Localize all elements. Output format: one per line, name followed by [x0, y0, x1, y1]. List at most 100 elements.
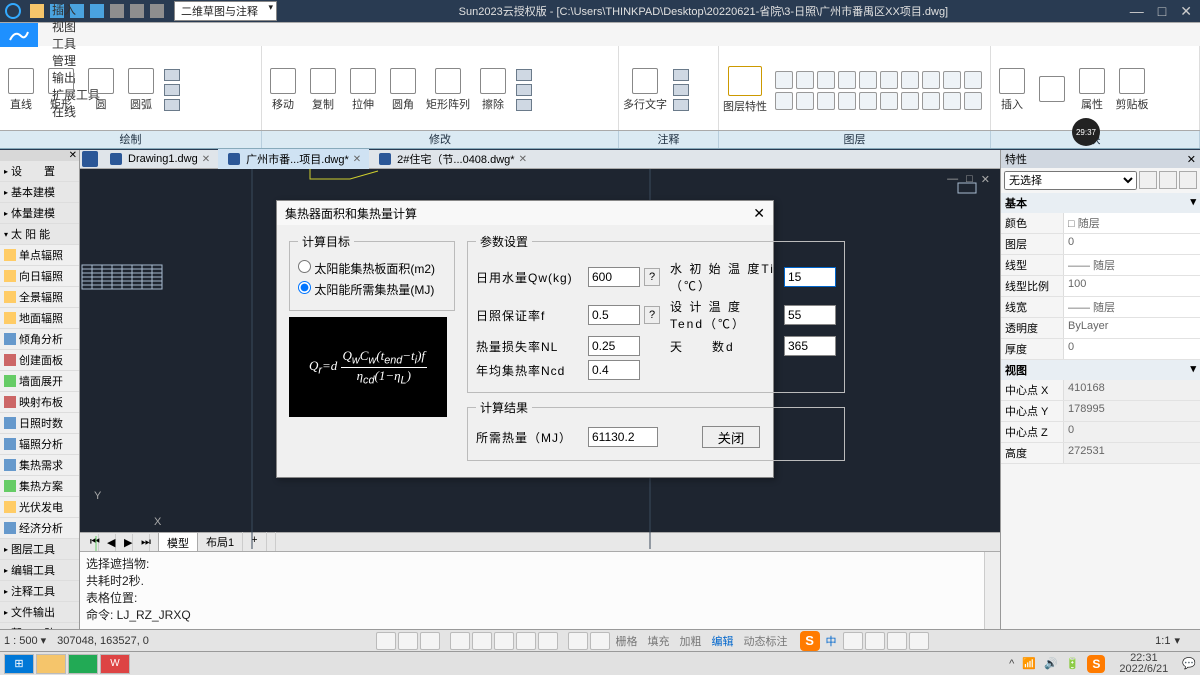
vp-close-icon[interactable]: ✕	[981, 173, 990, 186]
ortho-mode-icon[interactable]	[420, 632, 440, 650]
tool-剪贴板[interactable]: 剪贴板	[1115, 68, 1149, 112]
cmd-scrollbar[interactable]	[984, 552, 1000, 629]
prop-close-icon[interactable]: ✕	[1187, 153, 1196, 166]
tray-bat-icon[interactable]: 🔋	[1066, 657, 1080, 670]
dialog-close-icon[interactable]: ✕	[753, 205, 765, 222]
grid-mode-icon[interactable]	[376, 632, 396, 650]
tool-圆[interactable]: 圆	[84, 68, 118, 112]
prop-btn2-icon[interactable]	[1159, 171, 1177, 189]
doc-tab[interactable]: 广州市番...项目.dwg*✕	[218, 149, 369, 169]
side-item[interactable]: 日照时数	[0, 413, 79, 434]
prop-row[interactable]: 中心点 X410168	[1001, 380, 1200, 401]
side-item[interactable]: 辐照分析	[0, 434, 79, 455]
toggle-edit[interactable]: 编辑	[708, 633, 738, 649]
app-menu-button[interactable]	[0, 23, 38, 47]
tool-直线[interactable]: 直线	[4, 68, 38, 112]
tool-拉伸[interactable]: 拉伸	[346, 68, 380, 112]
side-item[interactable]: 集热需求	[0, 455, 79, 476]
tool-移动[interactable]: 移动	[266, 68, 300, 112]
ime-opt4-icon[interactable]	[909, 632, 929, 650]
side-item[interactable]: 向日辐照	[0, 266, 79, 287]
snap-mode-icon[interactable]	[398, 632, 418, 650]
qat-undo-icon[interactable]	[130, 4, 144, 18]
side-item[interactable]: ▸设 置	[0, 161, 79, 182]
command-line[interactable]: 选择遮挡物:共耗时2秒.表格位置:命令: LJ_RZ_JRXQ	[80, 551, 1000, 629]
side-item[interactable]: ▸基本建模	[0, 182, 79, 203]
polar-mode-icon[interactable]	[450, 632, 470, 650]
sb-icon-a[interactable]	[568, 632, 588, 650]
tool-属性[interactable]: 属性	[1075, 68, 1109, 112]
side-item[interactable]: 倾角分析	[0, 329, 79, 350]
side-item[interactable]: ▾太 阳 能	[0, 224, 79, 245]
ime-opt1-icon[interactable]	[843, 632, 863, 650]
prop-row[interactable]: 中心点 Z0	[1001, 422, 1200, 443]
side-item[interactable]: 创建面板	[0, 350, 79, 371]
dyn-mode-icon[interactable]	[538, 632, 558, 650]
otrack-mode-icon[interactable]	[494, 632, 514, 650]
explorer-icon[interactable]	[36, 654, 66, 674]
p3-input[interactable]	[588, 305, 640, 325]
toggle-fill[interactable]: 填充	[644, 633, 674, 649]
osnap-mode-icon[interactable]	[472, 632, 492, 650]
prop-row[interactable]: 透明度ByLayer	[1001, 318, 1200, 339]
p2-input[interactable]	[784, 267, 836, 287]
tray-up-icon[interactable]: ^	[1009, 658, 1014, 670]
toggle-bold[interactable]: 加粗	[676, 633, 706, 649]
side-item[interactable]: 光伏发电	[0, 497, 79, 518]
tray-ime-icon[interactable]: S	[1087, 655, 1105, 673]
tray-clock[interactable]: 22:312022/6/21	[1119, 653, 1168, 675]
toggle-grid[interactable]: 栅格	[612, 633, 642, 649]
doc-tab[interactable]: Drawing1.dwg✕	[100, 149, 218, 169]
ime-opt3-icon[interactable]	[887, 632, 907, 650]
p1-help-icon[interactable]: ?	[644, 268, 660, 286]
doc-tab[interactable]: 2#住宅（节...0408.dwg*✕	[369, 149, 535, 169]
p6-input[interactable]	[784, 336, 836, 356]
side-item[interactable]: ▸文件输出	[0, 602, 79, 623]
prop-row[interactable]: 线型比例100	[1001, 276, 1200, 297]
side-item[interactable]: 经济分析	[0, 518, 79, 539]
side-item[interactable]: 墙面展开	[0, 371, 79, 392]
ime-opt2-icon[interactable]	[865, 632, 885, 650]
prop-row[interactable]: 高度272531	[1001, 443, 1200, 464]
prop-row[interactable]: 线型—— 随层	[1001, 255, 1200, 276]
prop-row[interactable]: 中心点 Y178995	[1001, 401, 1200, 422]
p1-input[interactable]	[588, 267, 640, 287]
prop-row[interactable]: 厚度0	[1001, 339, 1200, 360]
app1-icon[interactable]	[68, 654, 98, 674]
prop-row[interactable]: 图层0	[1001, 234, 1200, 255]
tool-插入[interactable]: 插入	[995, 68, 1029, 112]
prop-btn3-icon[interactable]	[1179, 171, 1197, 189]
tool-圆角[interactable]: 圆角	[386, 68, 420, 112]
p5-input[interactable]	[588, 336, 640, 356]
side-item[interactable]: 地面辐照	[0, 308, 79, 329]
radio-area[interactable]: 太阳能集热板面积(m2)	[298, 260, 446, 277]
tool-复制[interactable]: 复制	[306, 68, 340, 112]
prop-row[interactable]: 颜色□ 随层	[1001, 213, 1200, 234]
menu-tab-4[interactable]: 视图	[38, 18, 114, 35]
prop-row[interactable]: 线宽—— 随层	[1001, 297, 1200, 318]
side-panel-close[interactable]: ✕	[0, 150, 79, 161]
side-item[interactable]: ▸图层工具	[0, 539, 79, 560]
tool-矩形[interactable]: 矩形	[44, 68, 78, 112]
ime-icon[interactable]: S	[800, 631, 820, 651]
layer-icons-grid[interactable]	[775, 71, 982, 110]
side-item[interactable]: ▸注释工具	[0, 581, 79, 602]
close-dialog-button[interactable]: 关闭	[702, 426, 760, 448]
side-item[interactable]: 全景辐照	[0, 287, 79, 308]
p7-input[interactable]	[588, 360, 640, 380]
tray-vol-icon[interactable]: 🔊	[1044, 657, 1058, 670]
tool-矩形阵列[interactable]: 矩形阵列	[426, 68, 470, 112]
qat-redo-icon[interactable]	[150, 4, 164, 18]
lwt-mode-icon[interactable]	[516, 632, 536, 650]
toggle-dyn[interactable]: 动态标注	[740, 633, 792, 649]
layer-properties-button[interactable]: 图层特性	[723, 66, 767, 114]
side-item[interactable]: 集热方案	[0, 476, 79, 497]
side-item[interactable]: ▸体量建模	[0, 203, 79, 224]
side-item[interactable]: ▸编辑工具	[0, 560, 79, 581]
side-item[interactable]: 映射布板	[0, 392, 79, 413]
tray-net-icon[interactable]: 📶	[1022, 657, 1036, 670]
right-scale[interactable]: 1:1	[1155, 635, 1170, 647]
tool-多行文字[interactable]: 多行文字	[623, 68, 667, 112]
workspace-dropdown[interactable]: 二维草图与注释	[174, 1, 277, 21]
close-button[interactable]: ✕	[1180, 3, 1192, 20]
